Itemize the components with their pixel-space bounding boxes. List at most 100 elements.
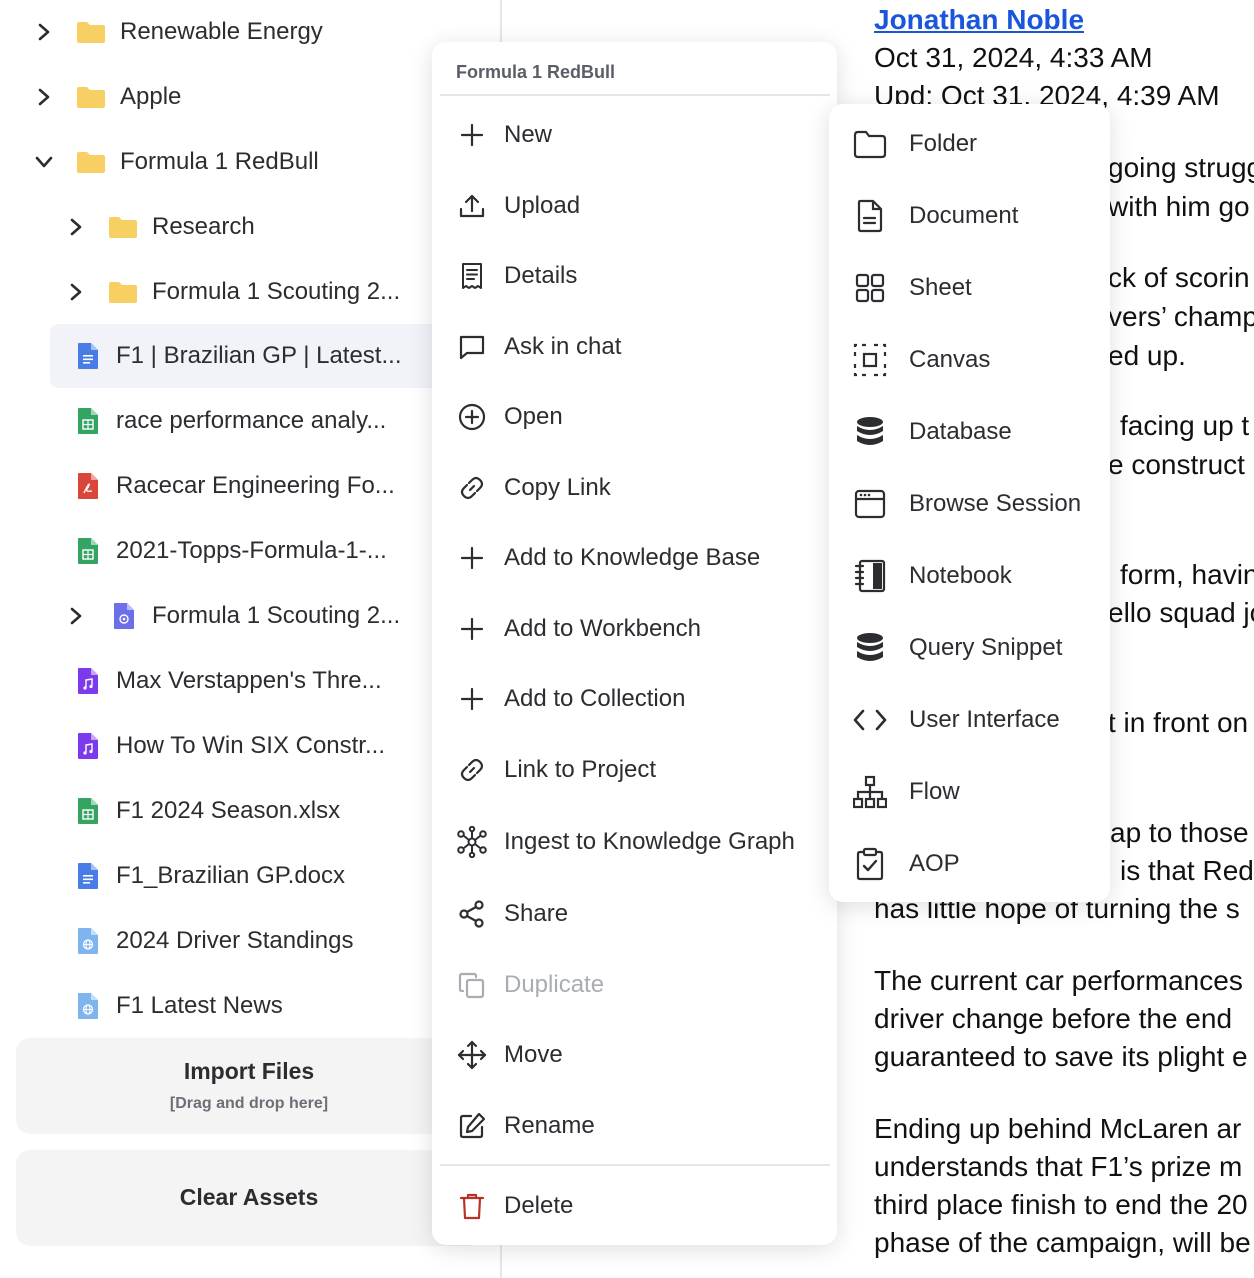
submenu-item-query-snippet[interactable]: Query Snippet — [853, 628, 1062, 668]
submenu-item-database[interactable]: Database — [853, 412, 1012, 452]
submenu-item-canvas[interactable]: Canvas — [853, 340, 990, 380]
clear-assets-button[interactable]: Clear Assets — [16, 1150, 482, 1246]
submenu-item-label: Flow — [909, 778, 960, 805]
tree-item-brazilian-gp-docx[interactable]: F1_Brazilian GP.docx — [76, 846, 345, 906]
menu-item-label: Add to Collection — [504, 685, 686, 712]
doc-text-line: e construct — [1108, 449, 1245, 480]
menu-item-add-to-workbench[interactable]: Add to Workbench — [456, 609, 701, 649]
doc-text-line: driver change before the end — [874, 1003, 1233, 1034]
submenu-item-notebook[interactable]: Notebook — [853, 556, 1012, 596]
notebook-icon — [853, 559, 887, 593]
menu-item-open[interactable]: Open — [456, 397, 563, 437]
author-link[interactable]: Jonathan Noble — [874, 4, 1084, 36]
folder-icon — [76, 85, 106, 109]
menu-item-duplicate[interactable]: Duplicate — [456, 965, 604, 1005]
open-icon — [456, 401, 488, 433]
submenu-item-document[interactable]: Document — [853, 196, 1018, 236]
chevron-right-icon[interactable] — [64, 215, 88, 239]
tree-item-max-verstappen[interactable]: Max Verstappen's Thre... — [76, 651, 382, 711]
menu-item-add-to-collection[interactable]: Add to Collection — [456, 679, 685, 719]
menu-item-move[interactable]: Move — [456, 1035, 563, 1075]
submenu-item-browse-session[interactable]: Browse Session — [853, 484, 1081, 524]
menu-item-label: Share — [504, 900, 569, 927]
import-files-dropzone[interactable]: Import Files [Drag and drop here] — [16, 1038, 482, 1134]
menu-item-label: Open — [504, 403, 563, 430]
new-submenu: Folder Document Sheet Canvas Database Br… — [829, 104, 1110, 902]
menu-item-upload[interactable]: Upload — [456, 186, 580, 226]
menu-item-label: Ingest to Knowledge Graph — [504, 828, 795, 855]
tree-item-topps-formula[interactable]: 2021-Topps-Formula-1-... — [76, 521, 387, 581]
tree-item-race-performance[interactable]: race performance analy... — [76, 391, 386, 451]
menu-item-label: Duplicate — [504, 971, 605, 998]
tree-item-f1-2024-season[interactable]: F1 2024 Season.xlsx — [76, 781, 340, 841]
spreadsheet-icon — [76, 536, 100, 566]
menu-item-label: Copy Link — [504, 474, 611, 501]
submenu-item-label: Document — [909, 202, 1019, 229]
tree-item-brazilian-gp-latest[interactable]: F1 | Brazilian GP | Latest... — [76, 326, 401, 386]
upload-icon — [456, 190, 488, 222]
submenu-item-label: Canvas — [909, 346, 991, 373]
tree-item-scouting-report[interactable]: Formula 1 Scouting 2... — [64, 586, 400, 646]
menu-divider — [440, 94, 830, 96]
plus-icon — [456, 119, 488, 151]
tree-item-scouting-folder[interactable]: Formula 1 Scouting 2... — [64, 262, 400, 322]
chevron-right-icon[interactable] — [64, 604, 88, 628]
menu-item-label: Details — [504, 262, 578, 289]
canvas-icon — [853, 343, 887, 377]
tree-item-formula-1-redbull[interactable]: Formula 1 RedBull — [32, 132, 319, 192]
doc-text-line: vers’ champ — [1108, 301, 1254, 332]
submenu-item-sheet[interactable]: Sheet — [853, 268, 972, 308]
menu-item-ask-in-chat[interactable]: Ask in chat — [456, 327, 621, 367]
submenu-item-label: Notebook — [909, 562, 1012, 589]
tree-item-label: F1 2024 Season.xlsx — [116, 797, 341, 824]
tree-item-apple[interactable]: Apple — [32, 67, 181, 127]
folder-icon — [853, 127, 887, 161]
details-icon — [456, 260, 488, 292]
menu-item-share[interactable]: Share — [456, 894, 568, 934]
tree-item-label: Formula 1 RedBull — [120, 148, 319, 175]
chevron-down-icon[interactable] — [32, 150, 56, 174]
submenu-item-label: User Interface — [909, 706, 1060, 733]
context-menu-title: Formula 1 RedBull — [456, 62, 616, 82]
menu-item-details[interactable]: Details — [456, 256, 577, 296]
doc-text-line: going strugg — [1108, 152, 1254, 183]
menu-item-delete[interactable]: Delete — [456, 1186, 573, 1226]
menu-item-add-to-knowledge-base[interactable]: Add to Knowledge Base — [456, 538, 760, 578]
menu-item-ingest-to-knowledge-graph[interactable]: Ingest to Knowledge Graph — [456, 822, 795, 862]
tree-item-racecar-engineering[interactable]: Racecar Engineering Fo... — [76, 456, 395, 516]
submenu-item-label: Browse Session — [909, 490, 1082, 517]
move-icon — [456, 1039, 488, 1071]
flow-icon — [853, 775, 887, 809]
menu-item-label: New — [504, 121, 553, 148]
doc-text-line: Ending up behind McLaren ar — [874, 1113, 1242, 1144]
folder-icon — [108, 280, 138, 304]
menu-item-copy-link[interactable]: Copy Link — [456, 468, 611, 508]
submenu-item-label: Folder — [909, 130, 978, 157]
chevron-right-icon[interactable] — [32, 85, 56, 109]
tree-item-f1-latest-news[interactable]: F1 Latest News — [76, 976, 283, 1036]
submenu-item-flow[interactable]: Flow — [853, 772, 960, 812]
tree-item-label: 2024 Driver Standings — [116, 927, 354, 954]
menu-divider — [440, 1164, 830, 1166]
chevron-right-icon[interactable] — [32, 20, 56, 44]
submenu-item-aop[interactable]: AOP — [853, 844, 960, 884]
submenu-item-folder[interactable]: Folder — [853, 124, 977, 164]
menu-item-link-to-project[interactable]: Link to Project — [456, 750, 656, 790]
tree-item-how-to-win[interactable]: How To Win SIX Constr... — [76, 716, 385, 776]
submenu-item-user-interface[interactable]: User Interface — [853, 700, 1060, 740]
tree-item-label: Racecar Engineering Fo... — [116, 472, 395, 499]
submenu-item-label: Sheet — [909, 274, 972, 301]
folder-icon — [76, 20, 106, 44]
share-icon — [456, 898, 488, 930]
menu-item-rename[interactable]: Rename — [456, 1106, 595, 1146]
trash-icon — [456, 1190, 488, 1222]
doc-text-line: facing up t — [1120, 410, 1250, 441]
tree-item-driver-standings[interactable]: 2024 Driver Standings — [76, 911, 353, 971]
menu-item-label: Rename — [504, 1112, 595, 1139]
tree-item-research[interactable]: Research — [64, 197, 255, 257]
published-date: Oct 31, 2024, 4:33 AM — [874, 42, 1153, 73]
plus-icon — [456, 683, 488, 715]
menu-item-new[interactable]: New — [456, 115, 552, 155]
chevron-right-icon[interactable] — [64, 280, 88, 304]
tree-item-renewable-energy[interactable]: Renewable Energy — [32, 2, 323, 62]
